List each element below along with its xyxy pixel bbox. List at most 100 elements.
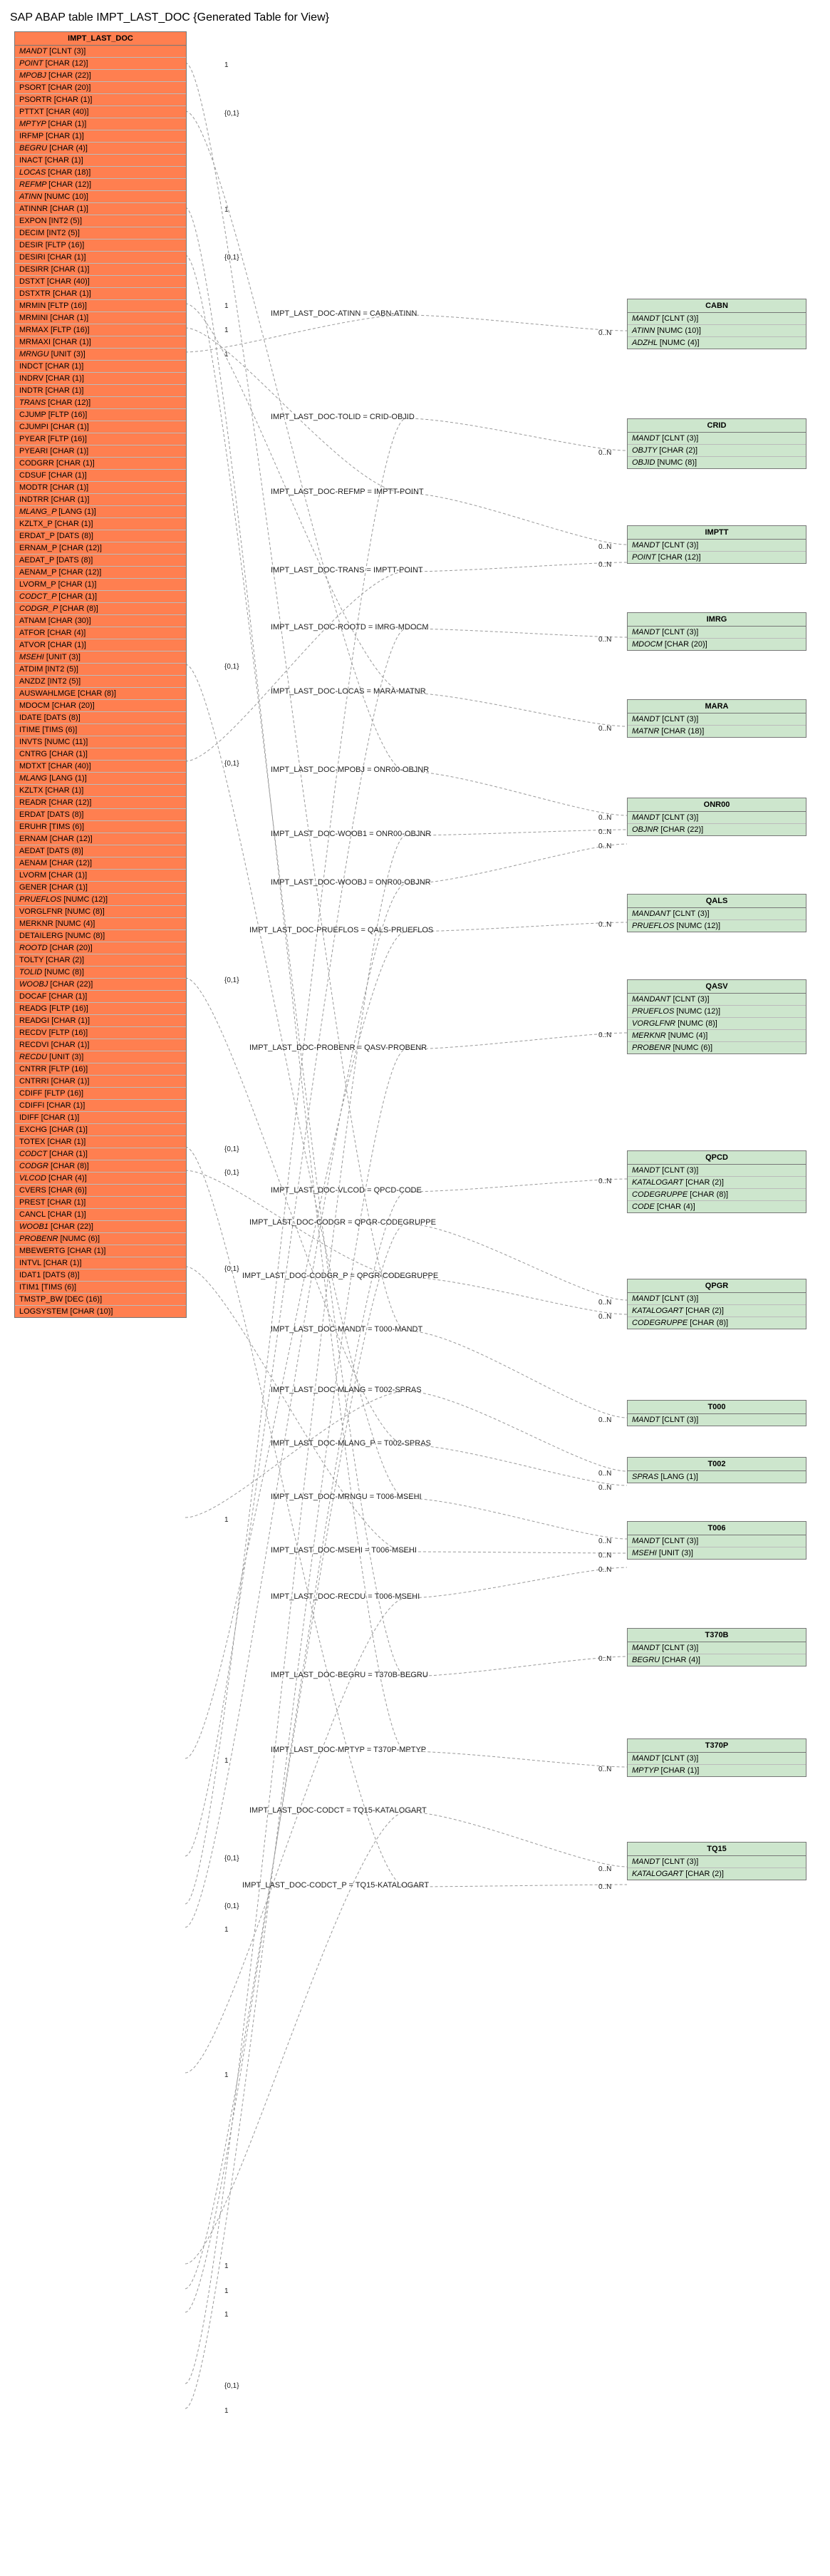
entity-field: INDRV [CHAR (1)] [15, 373, 186, 385]
entity-field: MANDT [CLNT (3)] [628, 1535, 806, 1547]
field-type: [NUMC (8)] [678, 1019, 717, 1028]
field-name: KZLTX_P [19, 520, 55, 528]
entity-field: READR [CHAR (12)] [15, 797, 186, 809]
field-type: [FLTP (16)] [48, 302, 87, 310]
entity-header: T000 [628, 1401, 806, 1414]
field-name: GENER [19, 883, 49, 892]
entity-ref: ONR00MANDT [CLNT (3)]OBJNR [CHAR (22)] [627, 798, 806, 836]
edge-label: IMPT_LAST_DOC-CODCT_P = TQ15-KATALOGART [242, 1881, 429, 1890]
cardinality-right: 0..N [598, 1178, 611, 1185]
entity-field: RECDVI [CHAR (1)] [15, 1039, 186, 1051]
field-type: [CHAR (4)] [48, 1174, 87, 1183]
field-type: [DATS (8)] [43, 1271, 79, 1279]
field-name: CODEGRUPPE [632, 1190, 690, 1199]
cardinality-left: 1 [224, 2287, 229, 2295]
field-name: AEDAT [19, 847, 47, 855]
field-name: CODEGRUPPE [632, 1319, 690, 1327]
field-type: [NUMC (6)] [673, 1044, 712, 1052]
field-type: [NUMC (12)] [676, 922, 720, 930]
field-name: MRMAX [19, 326, 51, 334]
entity-field: DOCAF [CHAR (1)] [15, 991, 186, 1003]
field-name: ERNAM [19, 835, 50, 843]
entity-field: CANCL [CHAR (1)] [15, 1209, 186, 1221]
cardinality-right: 0..N [598, 1031, 611, 1039]
entity-field: KATALOGART [CHAR (2)] [628, 1305, 806, 1317]
field-name: CANCL [19, 1210, 48, 1219]
field-type: [CLNT (3)] [662, 1294, 698, 1303]
field-name: MPTYP [632, 1766, 661, 1775]
field-name: CODGR_P [19, 604, 60, 613]
entity-field: READG [FLTP (16)] [15, 1003, 186, 1015]
entity-field: MATNR [CHAR (18)] [628, 726, 806, 737]
field-name: SPRAS [632, 1473, 660, 1481]
cardinality-right: 0..N [598, 1883, 611, 1891]
entity-field: PSORT [CHAR (20)] [15, 82, 186, 94]
entity-field: CODGRR [CHAR (1)] [15, 458, 186, 470]
entity-field: DSTXT [CHAR (40)] [15, 276, 186, 288]
field-name: LOCAS [19, 168, 48, 177]
entity-ref: MARAMANDT [CLNT (3)]MATNR [CHAR (18)] [627, 699, 806, 738]
field-type: [CHAR (1)] [50, 447, 88, 455]
field-type: [CHAR (1)] [49, 883, 88, 892]
field-type: [TIMS (6)] [42, 726, 77, 734]
entity-header: QASV [628, 980, 806, 994]
field-type: [CHAR (1)] [45, 362, 83, 371]
field-name: PTTXT [19, 108, 46, 116]
field-type: [CHAR (1)] [46, 386, 84, 395]
field-type: [CHAR (1)] [51, 495, 90, 504]
field-name: VORGLFNR [632, 1019, 678, 1028]
field-name: CODCT_P [19, 592, 58, 601]
entity-ref: CABNMANDT [CLNT (3)]ATINN [NUMC (10)]ADZ… [627, 299, 806, 349]
entity-field: KZLTX_P [CHAR (1)] [15, 518, 186, 530]
entity-field: MANDT [CLNT (3)] [628, 1165, 806, 1177]
entity-field: IDAT1 [DATS (8)] [15, 1269, 186, 1282]
entity-field: CODEGRUPPE [CHAR (8)] [628, 1317, 806, 1329]
entity-field: OBJTY [CHAR (2)] [628, 445, 806, 457]
entity-field: IRFMP [CHAR (1)] [15, 130, 186, 143]
field-type: [CHAR (40)] [48, 762, 91, 771]
field-type: [CLNT (3)] [673, 995, 709, 1004]
field-type: [CHAR (1)] [46, 374, 84, 383]
field-type: [FLTP (16)] [49, 1004, 88, 1013]
edge-label: IMPT_LAST_DOC-TRANS = IMPTT-POINT [271, 566, 423, 575]
edge-label: IMPT_LAST_DOC-CODGR = QPGR-CODEGRUPPE [249, 1218, 436, 1227]
entity-field: CODGR_P [CHAR (8)] [15, 603, 186, 615]
field-type: [CHAR (4)] [49, 144, 88, 153]
field-type: [CHAR (8)] [60, 604, 98, 613]
field-type: [NUMC (12)] [676, 1007, 720, 1016]
field-name: REFMP [19, 180, 48, 189]
entity-field: RECDU [UNIT (3)] [15, 1051, 186, 1063]
entity-field: CODCT [CHAR (1)] [15, 1148, 186, 1160]
entity-field: PROBENR [NUMC (6)] [15, 1233, 186, 1245]
entity-field: WOOB1 [CHAR (22)] [15, 1221, 186, 1233]
field-name: TOLID [19, 968, 44, 977]
field-name: TOLTY [19, 956, 46, 964]
field-name: PRUEFLOS [632, 922, 676, 930]
entity-ref: T000MANDT [CLNT (3)] [627, 1400, 806, 1426]
cardinality-right: 0..N [598, 814, 611, 822]
entity-field: MLANG_P [LANG (1)] [15, 506, 186, 518]
entity-field: ATINN [NUMC (10)] [15, 191, 186, 203]
field-name: ERNAM_P [19, 544, 59, 552]
edge-label: IMPT_LAST_DOC-MPOBJ = ONR00-OBJNR [271, 766, 429, 774]
field-name: PSORTR [19, 96, 54, 104]
entity-ref: TQ15MANDT [CLNT (3)]KATALOGART [CHAR (2)… [627, 1842, 806, 1880]
entity-field: ATNAM [CHAR (30)] [15, 615, 186, 627]
field-type: [UNIT (3)] [46, 653, 81, 661]
field-type: [NUMC (10)] [44, 192, 88, 201]
entity-field: TOLID [NUMC (8)] [15, 967, 186, 979]
entity-field: CODCT_P [CHAR (1)] [15, 591, 186, 603]
entity-field: CNTRR [FLTP (16)] [15, 1063, 186, 1076]
field-name: ERDAT [19, 810, 47, 819]
entity-field: CDIFFI [CHAR (1)] [15, 1100, 186, 1112]
field-type: [CHAR (1)] [58, 592, 97, 601]
cardinality-left: {0,1} [224, 254, 239, 262]
entity-field: EXPON [INT2 (5)] [15, 215, 186, 227]
field-type: [NUMC (10)] [657, 326, 701, 335]
entity-field: PRUEFLOS [NUMC (12)] [628, 1006, 806, 1018]
field-name: MODTR [19, 483, 50, 492]
entity-field: LVORM [CHAR (1)] [15, 870, 186, 882]
field-name: PROBENR [19, 1235, 60, 1243]
field-type: [FLTP (16)] [49, 1029, 88, 1037]
field-type: [CHAR (1)] [48, 253, 86, 262]
